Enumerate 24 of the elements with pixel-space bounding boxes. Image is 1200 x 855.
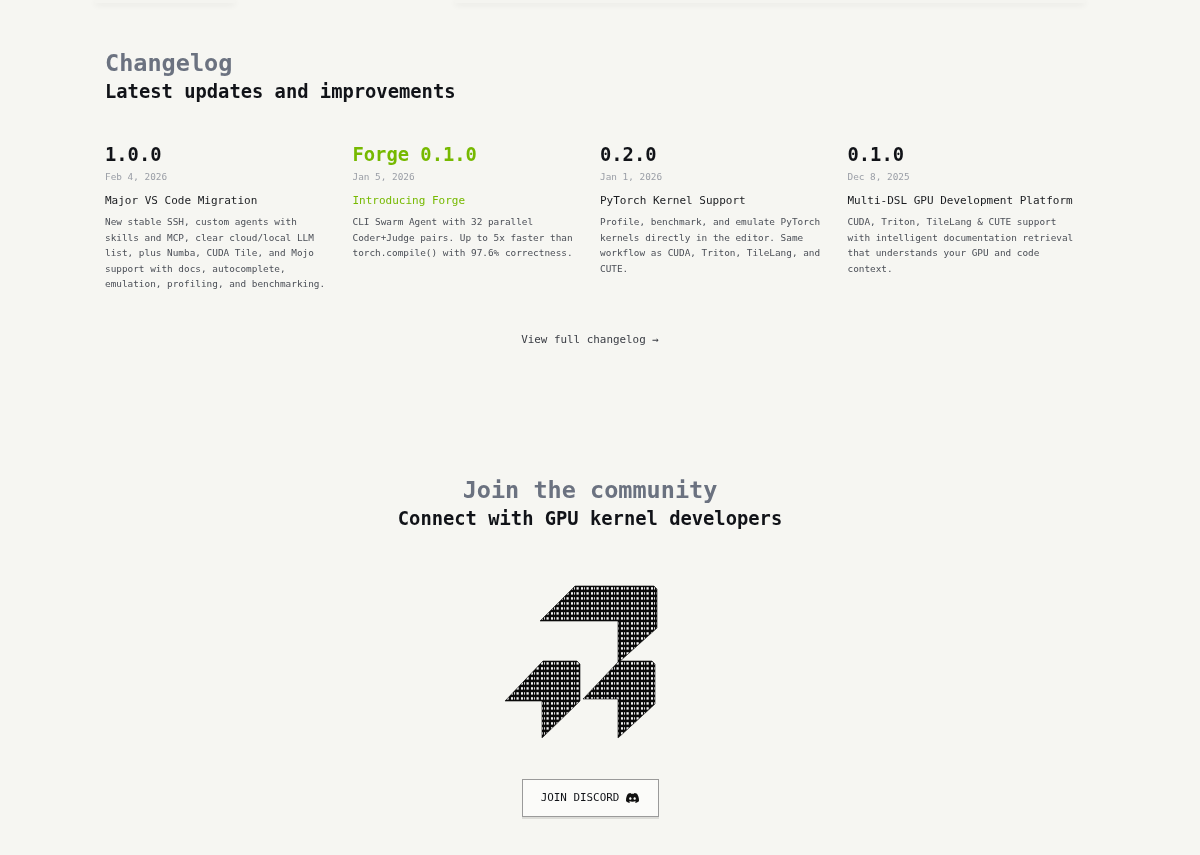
arrows-logo-icon — [504, 584, 658, 739]
release-version: 0.2.0 — [600, 143, 657, 167]
release-version: Forge 0.1.0 — [352, 143, 477, 167]
discord-icon — [626, 792, 640, 803]
release-date: Jan 5, 2026 — [352, 170, 415, 184]
section-title: Join the community — [462, 475, 718, 504]
section-title: Changelog — [105, 49, 234, 77]
section-subtitle: Connect with GPU kernel developers — [397, 506, 783, 531]
join-discord-button[interactable]: JOIN DISCORD — [521, 778, 659, 817]
release-title: Major VS Code Migration — [105, 193, 258, 209]
release-description: CLI Swarm Agent with 32 parallel Coder+Judge pairs. Up to 5x faster than torch.compile() with 97.6% correctness. — [352, 215, 574, 260]
release-version: 0.1.0 — [847, 143, 905, 167]
section-subtitle: Latest updates and improvements — [105, 80, 457, 104]
release-title: PyTorch Kernel Support — [600, 193, 746, 209]
release-title: Introducing Forge — [352, 193, 466, 209]
release-date: Feb 4, 2026 — [105, 170, 168, 184]
release-title: Multi-DSL GPU Development Platform — [847, 193, 1073, 209]
release-description: New stable SSH, custom agents with skills and MCP, clear cloud/local LLM list, plus Numba, CUDA Tile, and Mojo support with docs, autocomplete, emulation, profiling, and benchmarking. — [105, 215, 327, 291]
release-version: 1.0.0 — [105, 143, 162, 167]
release-description: Profile, benchmark, and emulate PyTorch kernels directly in the editor. Same workflow as CUDA, Triton, TileLang, and CUTE. — [600, 215, 822, 276]
changelog-link[interactable]: View full changelog → — [521, 331, 659, 348]
release-date: Dec 8, 2025 — [847, 170, 910, 184]
release-description: CUDA, Triton, TileLang & CUTE support with intelligent documentation retrieval that understands your GPU and code context. — [847, 215, 1075, 276]
release-date: Jan 1, 2026 — [600, 170, 663, 184]
